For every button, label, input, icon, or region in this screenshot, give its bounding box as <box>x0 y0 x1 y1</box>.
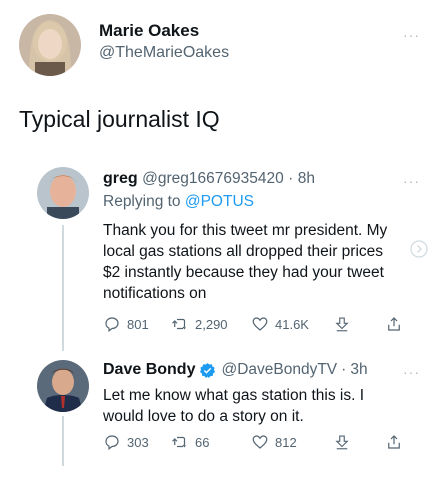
reply2-reply-count: 303 <box>127 434 149 450</box>
reply1-handle[interactable]: @greg16676935420 <box>142 170 284 187</box>
download-icon <box>335 317 349 332</box>
reply1-like-button[interactable]: 41.6K <box>251 315 333 333</box>
download-icon <box>335 435 349 450</box>
reply2-reply-button[interactable]: 303 <box>103 433 171 451</box>
main-handle[interactable]: @TheMarieOakes <box>99 44 229 62</box>
reply1-reply-count: 801 <box>127 316 149 332</box>
reply1-text: Thank you for this tweet mr president. M… <box>103 222 388 302</box>
reply1-replying-to: Replying to @POTUS <box>103 193 254 211</box>
reply2-retweet-button[interactable]: 66 <box>171 433 251 451</box>
reply2-separator: · <box>341 361 347 378</box>
thread-line-2 <box>62 416 64 466</box>
main-display-name[interactable]: Marie Oakes <box>99 21 199 41</box>
reply1-retweet-button[interactable]: 2,290 <box>171 315 251 333</box>
heart-icon <box>252 435 268 449</box>
reply-icon <box>105 435 119 450</box>
reply2-display-name[interactable]: Dave Bondy <box>103 361 195 379</box>
reply2-more-icon[interactable]: ··· <box>403 364 420 380</box>
reply1-more-icon[interactable]: ··· <box>403 173 420 189</box>
thread-line <box>62 225 64 351</box>
reply1-actions: 801 2,290 41.6K <box>103 314 409 334</box>
reply2-handle[interactable]: @DaveBondyTV <box>221 361 337 379</box>
reply1-share-button[interactable] <box>385 315 403 333</box>
reply1-bookmark-button[interactable] <box>333 315 385 333</box>
reply1-header: greg @greg16676935420 · 8h <box>103 170 315 188</box>
reply2-time[interactable]: 3h <box>350 361 367 379</box>
retweet-icon <box>172 318 186 330</box>
share-icon <box>388 317 400 331</box>
chevron-right-icon[interactable] <box>410 240 428 258</box>
heart-icon <box>252 317 268 331</box>
reply1-display-name[interactable]: greg <box>103 170 138 187</box>
reply2-text: Let me know what gas station this is. I … <box>103 387 365 425</box>
reply1-retweet-count: 2,290 <box>195 316 228 332</box>
reply2-bookmark-button[interactable] <box>333 433 385 451</box>
main-more-icon[interactable]: ··· <box>403 27 420 43</box>
replying-prefix: Replying to <box>103 193 181 210</box>
retweet-icon <box>172 436 186 448</box>
reply1-like-count: 41.6K <box>275 316 309 332</box>
reply2-share-button[interactable] <box>385 433 403 451</box>
reply1-reply-button[interactable]: 801 <box>103 315 171 333</box>
avatar-dave-bondy[interactable] <box>37 360 89 412</box>
avatar-greg[interactable] <box>37 167 89 219</box>
share-icon <box>388 435 400 449</box>
reply-icon <box>105 317 119 332</box>
reply2-actions: 303 66 812 <box>103 432 409 452</box>
reply2-like-button[interactable]: 812 <box>251 433 333 451</box>
reply2-retweet-count: 66 <box>195 434 210 450</box>
avatar-marie-oakes[interactable] <box>19 14 81 76</box>
reply1-time[interactable]: 8h <box>298 170 315 187</box>
main-tweet-text: Typical journalist IQ <box>19 106 220 132</box>
reply2-like-count: 812 <box>275 434 297 450</box>
verified-badge-icon <box>199 362 216 379</box>
replying-to-link[interactable]: @POTUS <box>185 193 254 210</box>
reply1-separator: · <box>288 170 294 187</box>
reply2-header: Dave Bondy @DaveBondyTV · 3h <box>103 361 368 379</box>
